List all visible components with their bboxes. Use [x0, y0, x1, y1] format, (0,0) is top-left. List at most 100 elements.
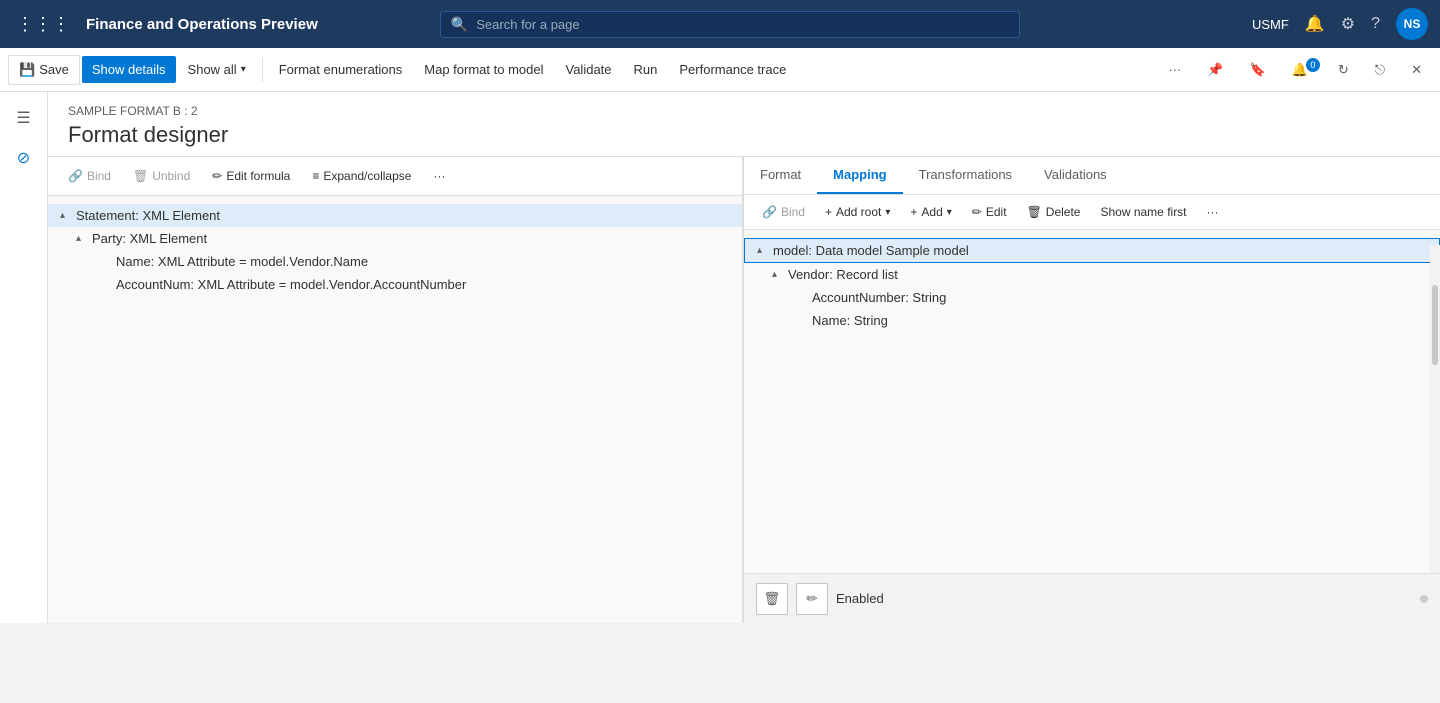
right-delete-button[interactable]: 🗑 Delete: [1019, 201, 1089, 223]
tree-label: Statement: XML Element: [76, 208, 220, 223]
trash-icon: 🗑: [133, 169, 148, 183]
save-icon: 💾: [19, 62, 35, 78]
tab-mapping[interactable]: Mapping: [817, 157, 902, 194]
right-toolbar-more-button[interactable]: ···: [1199, 201, 1227, 223]
right-panel: Format Mapping Transformations Validatio…: [744, 157, 1440, 623]
toolbar-more-button[interactable]: ···: [1158, 56, 1191, 83]
help-icon[interactable]: ?: [1371, 15, 1380, 33]
tree-row[interactable]: Name: XML Attribute = model.Vendor.Name: [48, 250, 742, 273]
list-icon: ≡: [312, 169, 319, 183]
trash-icon: 🗑: [764, 591, 781, 607]
toolbar-right-actions: ··· 📌 🔖 🔔0 ↻ ⎋ ✕: [1158, 56, 1432, 84]
show-all-button[interactable]: Show all ▾: [178, 56, 256, 83]
settings-icon[interactable]: ⚙: [1341, 14, 1355, 34]
tree-label: Name: XML Attribute = model.Vendor.Name: [116, 254, 368, 269]
unbind-button[interactable]: 🗑 Unbind: [125, 165, 198, 187]
tab-format[interactable]: Format: [744, 157, 817, 194]
status-dot: [1420, 595, 1428, 603]
right-edit-button[interactable]: ✏ Edit: [964, 201, 1015, 223]
scrollbar-thumb[interactable]: [1432, 285, 1438, 365]
plus-icon: +: [910, 205, 917, 219]
right-tree: ▴ model: Data model Sample model ▴ Vendo…: [744, 230, 1440, 623]
bottom-bar: 🗑 ✏ Enabled: [744, 573, 1440, 623]
tree-arrow: ▴: [772, 269, 784, 280]
tree-arrow: ▴: [757, 245, 769, 256]
map-format-to-model-button[interactable]: Map format to model: [414, 56, 553, 83]
tree-label: Party: XML Element: [92, 231, 207, 246]
left-tree: ▴ Statement: XML Element ▴ Party: XML El…: [48, 196, 742, 623]
tree-arrow: ▴: [60, 210, 72, 221]
tree-label: AccountNumber: String: [812, 290, 946, 305]
tree-row[interactable]: AccountNumber: String: [744, 286, 1440, 309]
main-area: ☰ ⊘ SAMPLE FORMAT B : 2 Format designer …: [0, 92, 1440, 623]
region-label: USMF: [1252, 17, 1289, 32]
topbar-right: USMF 🔔 ⚙ ? NS: [1252, 8, 1428, 40]
tree-label: Vendor: Record list: [788, 267, 898, 282]
search-bar[interactable]: 🔍: [440, 11, 1020, 38]
breadcrumb: SAMPLE FORMAT B : 2: [68, 104, 1420, 118]
plus-icon: +: [825, 205, 832, 219]
dropdown-icon: ▾: [947, 207, 952, 218]
right-scrollbar[interactable]: [1430, 245, 1440, 573]
content-area: SAMPLE FORMAT B : 2 Format designer 🔗 Bi…: [48, 92, 1440, 623]
right-bind-button[interactable]: 🔗 Bind: [754, 201, 813, 223]
sidebar-filter-icon[interactable]: ⊘: [6, 140, 42, 176]
refresh-button[interactable]: ↻: [1328, 56, 1359, 84]
notification-icon[interactable]: 🔔: [1305, 14, 1325, 34]
sidebar-menu-icon[interactable]: ☰: [6, 100, 42, 136]
app-title: Finance and Operations Preview: [86, 16, 318, 33]
toolbar-bookmark-button[interactable]: 🔖: [1240, 56, 1276, 84]
trash-icon: 🗑: [1027, 205, 1042, 219]
show-details-button[interactable]: Show details: [82, 56, 176, 83]
performance-trace-button[interactable]: Performance trace: [669, 56, 796, 83]
left-toolbar-more-button[interactable]: ···: [425, 165, 453, 187]
toolbar-pinboard-button[interactable]: 📌: [1197, 56, 1233, 84]
tree-row[interactable]: ▴ Vendor: Record list: [744, 263, 1440, 286]
bind-button[interactable]: 🔗 Bind: [60, 165, 119, 187]
detach-button[interactable]: ⎋: [1365, 56, 1395, 84]
dropdown-icon: ▾: [885, 207, 890, 218]
pencil-icon: ✏: [806, 591, 817, 607]
page-title: Format designer: [68, 122, 1420, 148]
edit-formula-button[interactable]: ✏ Edit formula: [204, 165, 298, 187]
notification-badge-button[interactable]: 🔔0: [1282, 56, 1322, 84]
format-enumerations-button[interactable]: Format enumerations: [269, 56, 413, 83]
close-button[interactable]: ✕: [1401, 56, 1432, 84]
add-button[interactable]: + Add ▾: [902, 201, 959, 223]
tree-row[interactable]: AccountNum: XML Attribute = model.Vendor…: [48, 273, 742, 296]
pencil-icon: ✏: [212, 169, 222, 183]
bottom-edit-button[interactable]: ✏: [796, 583, 828, 615]
show-name-first-button[interactable]: Show name first: [1092, 201, 1194, 223]
sidebar-icons: ☰ ⊘: [0, 92, 48, 623]
link-icon: 🔗: [68, 169, 83, 183]
tree-row[interactable]: ▴ model: Data model Sample model: [744, 238, 1440, 263]
tree-row[interactable]: ▴ Party: XML Element: [48, 227, 742, 250]
main-toolbar: 💾 Save Show details Show all ▾ Format en…: [0, 48, 1440, 92]
tree-label: Name: String: [812, 313, 888, 328]
tree-arrow: ▴: [76, 233, 88, 244]
page-header: SAMPLE FORMAT B : 2 Format designer: [48, 92, 1440, 157]
designer-area: 🔗 Bind 🗑 Unbind ✏ Edit formula ≡ Expand/…: [48, 157, 1440, 623]
show-all-dropdown-icon: ▾: [241, 64, 246, 75]
tree-row[interactable]: ▴ Statement: XML Element: [48, 204, 742, 227]
tree-row[interactable]: Name: String: [744, 309, 1440, 332]
bottom-delete-button[interactable]: 🗑: [756, 583, 788, 615]
validate-button[interactable]: Validate: [556, 56, 622, 83]
left-panel: 🔗 Bind 🗑 Unbind ✏ Edit formula ≡ Expand/…: [48, 157, 744, 623]
save-button[interactable]: 💾 Save: [8, 55, 80, 85]
toolbar-sep-1: [262, 58, 263, 82]
search-input[interactable]: [476, 17, 1009, 32]
waffle-icon[interactable]: ⋮⋮⋮: [12, 10, 74, 39]
tab-validations[interactable]: Validations: [1028, 157, 1123, 194]
expand-collapse-button[interactable]: ≡ Expand/collapse: [304, 165, 419, 187]
tab-transformations[interactable]: Transformations: [903, 157, 1028, 194]
run-button[interactable]: Run: [624, 56, 668, 83]
tree-label: AccountNum: XML Attribute = model.Vendor…: [116, 277, 466, 292]
tree-label: model: Data model Sample model: [773, 243, 969, 258]
avatar[interactable]: NS: [1396, 8, 1428, 40]
link-icon: 🔗: [762, 205, 777, 219]
right-toolbar: 🔗 Bind + Add root ▾ + Add ▾ ✏: [744, 195, 1440, 230]
add-root-button[interactable]: + Add root ▾: [817, 201, 898, 223]
topbar: ⋮⋮⋮ Finance and Operations Preview 🔍 USM…: [0, 0, 1440, 48]
pencil-icon: ✏: [972, 205, 982, 219]
